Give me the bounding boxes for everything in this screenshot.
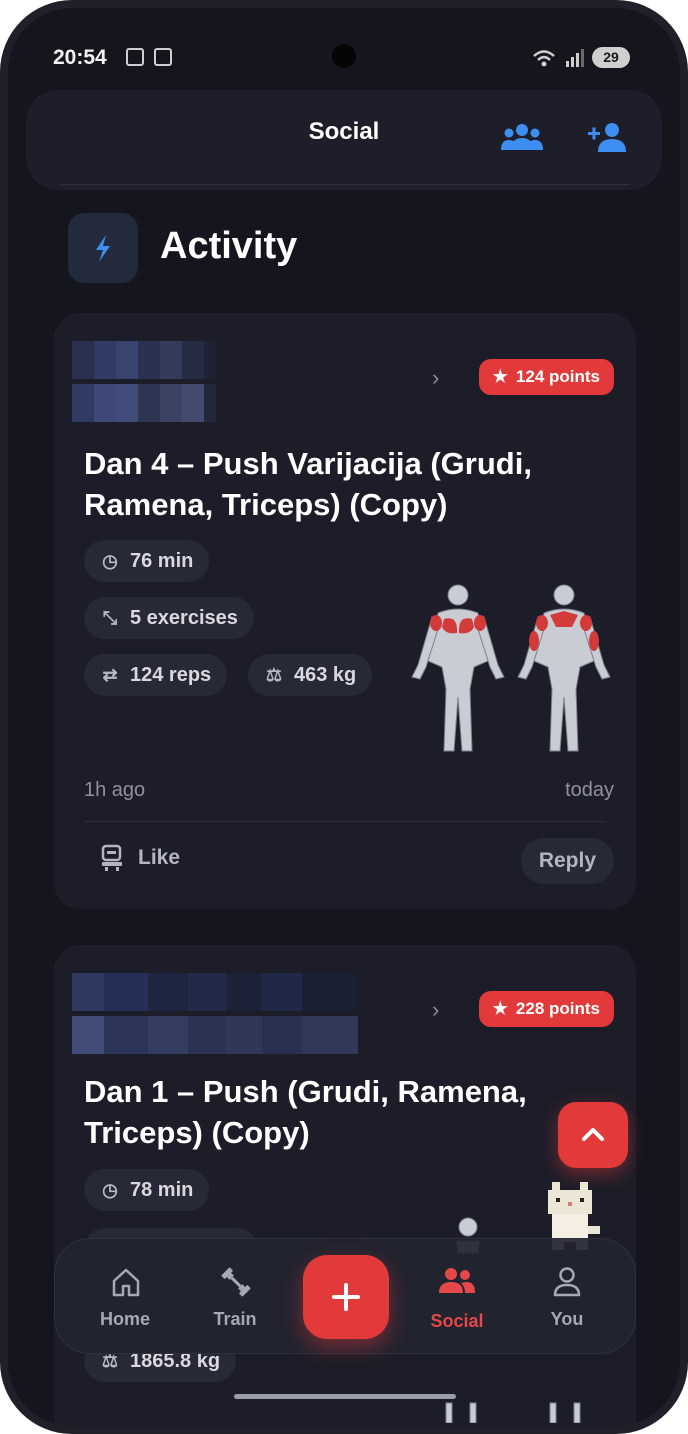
clock-icon: ◷ bbox=[102, 1179, 118, 1200]
nav-train-label: Train bbox=[213, 1309, 257, 1329]
status-bar: 20:54 29 bbox=[8, 8, 680, 69]
activity-badge bbox=[68, 213, 138, 283]
repeat-icon: ⇄ bbox=[102, 664, 118, 685]
nav-you-label: You bbox=[550, 1309, 584, 1329]
chevron-right-icon[interactable]: › bbox=[432, 365, 439, 391]
star-icon: ★ bbox=[492, 367, 508, 386]
card-divider bbox=[84, 821, 606, 822]
user-avatar-blurred[interactable] bbox=[72, 341, 216, 422]
weight-icon: ⚖ bbox=[265, 664, 283, 685]
nav-home[interactable]: Home bbox=[75, 1239, 175, 1355]
scroll-to-top-button[interactable] bbox=[558, 1102, 628, 1168]
like-icon bbox=[101, 844, 122, 871]
calendar-icon bbox=[154, 48, 172, 66]
lightning-icon bbox=[96, 235, 110, 262]
points-label: 228 points bbox=[515, 999, 600, 1018]
nav-social-label: Social bbox=[430, 1311, 484, 1331]
bottom-navigation: Home Train Social You bbox=[54, 1238, 636, 1354]
person-icon bbox=[553, 1267, 581, 1297]
header-divider bbox=[60, 184, 630, 185]
user-avatar-blurred[interactable] bbox=[72, 973, 358, 1054]
battery-indicator: 29 bbox=[592, 47, 630, 68]
weight-label: 463 kg bbox=[294, 663, 357, 686]
activity-card[interactable]: › ★ 124 points Dan 4 – Push Varijacija (… bbox=[54, 313, 636, 909]
status-time: 20:54 bbox=[53, 46, 107, 69]
nav-home-label: Home bbox=[99, 1309, 150, 1329]
points-badge: ★ 124 points bbox=[478, 359, 614, 395]
phone-frame: 20:54 29 Social Activity › ★ 124 points … bbox=[0, 0, 688, 1434]
page-title: Social bbox=[308, 118, 380, 145]
groups-icon[interactable] bbox=[500, 120, 544, 154]
muscle-map bbox=[411, 584, 611, 752]
chevron-right-icon[interactable]: › bbox=[432, 997, 439, 1023]
points-label: 124 points bbox=[515, 367, 600, 386]
nav-social[interactable]: Social bbox=[407, 1239, 507, 1355]
add-friend-icon[interactable] bbox=[586, 120, 630, 154]
add-workout-button[interactable] bbox=[303, 1255, 389, 1339]
duration-label: 78 min bbox=[130, 1178, 194, 1201]
like-label: Like bbox=[138, 846, 181, 869]
reply-button[interactable]: Reply bbox=[520, 838, 614, 884]
people-icon bbox=[439, 1268, 475, 1293]
like-button[interactable]: Like bbox=[100, 844, 180, 872]
dumbbell-icon bbox=[221, 1267, 251, 1297]
weight-chip: ⚖ 463 kg bbox=[248, 654, 373, 696]
time-ago: 1h ago bbox=[84, 779, 146, 801]
screen: 20:54 29 Social Activity › ★ 124 points … bbox=[8, 8, 680, 1426]
screenshot-icon bbox=[126, 48, 144, 66]
duration-label: 76 min bbox=[130, 549, 194, 572]
nav-train[interactable]: Train bbox=[185, 1239, 285, 1355]
points-badge: ★ 228 points bbox=[478, 991, 614, 1027]
reps-chip: ⇄ 124 reps bbox=[84, 654, 228, 696]
workout-title[interactable]: Dan 4 – Push Varijacija (Grudi, Ramena, … bbox=[84, 443, 604, 525]
nav-you[interactable]: You bbox=[517, 1239, 617, 1355]
exercise-icon: ⤡ bbox=[102, 607, 118, 628]
chevron-up-icon bbox=[582, 1128, 604, 1141]
home-indicator[interactable] bbox=[234, 1394, 456, 1399]
exercises-label: 5 exercises bbox=[130, 606, 238, 629]
workout-title[interactable]: Dan 1 – Push (Grudi, Ramena, Triceps) (C… bbox=[84, 1071, 584, 1153]
exercises-chip: ⤡ 5 exercises bbox=[84, 597, 254, 639]
plus-icon bbox=[332, 1283, 360, 1311]
reps-label: 124 reps bbox=[130, 663, 212, 686]
duration-chip: ◷ 78 min bbox=[84, 1169, 210, 1211]
star-icon: ★ bbox=[492, 999, 508, 1018]
home-icon bbox=[112, 1268, 140, 1297]
section-title: Activity bbox=[160, 225, 298, 267]
signal-icon bbox=[533, 49, 584, 67]
front-camera bbox=[332, 44, 356, 68]
duration-chip: ◷ 76 min bbox=[84, 540, 210, 582]
clock-icon: ◷ bbox=[102, 550, 118, 571]
workout-date: today bbox=[565, 779, 614, 801]
